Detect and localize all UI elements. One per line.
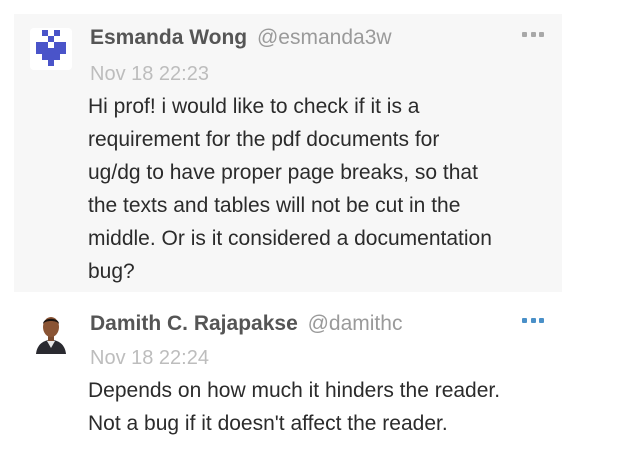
user-photo-avatar[interactable] (30, 312, 72, 354)
message-line: bug? (88, 260, 135, 283)
dot (530, 317, 536, 323)
message-text: Hi prof! i would like to check if it is … (88, 90, 548, 288)
username[interactable]: @esmanda3w (257, 26, 392, 49)
more-options-icon[interactable] (522, 314, 544, 326)
identicon-icon (30, 28, 72, 70)
message-line: the texts and tables will not be cut in … (88, 194, 461, 217)
timestamp[interactable]: Nov 18 22:24 (90, 345, 209, 371)
message-header: Damith C. Rajapakse @damithc (90, 310, 402, 338)
message-line: Hi prof! i would like to check if it is … (88, 95, 420, 118)
more-options-icon[interactable] (522, 28, 544, 40)
message-line: middle. Or is it considered a documentat… (88, 227, 492, 250)
chat-message: Damith C. Rajapakse @damithc Nov 18 22:2… (14, 300, 562, 452)
person-avatar-icon (30, 312, 72, 354)
message-line: ug/dg to have proper page breaks, so tha… (88, 161, 478, 184)
identicon-avatar[interactable] (30, 28, 72, 70)
display-name[interactable]: Damith C. Rajapakse (90, 312, 298, 335)
username[interactable]: @damithc (308, 312, 403, 335)
chat-thread: Esmanda Wong @esmanda3w Nov 18 22:23 Hi … (0, 0, 625, 456)
message-line: requirement for the pdf documents for (88, 128, 440, 151)
dot (539, 317, 544, 323)
dot (539, 31, 544, 37)
chat-message: Esmanda Wong @esmanda3w Nov 18 22:23 Hi … (14, 14, 562, 292)
message-text: Depends on how much it hinders the reade… (88, 374, 548, 440)
dot (522, 317, 527, 323)
message-line: Not a bug if it doesn't affect the reade… (88, 412, 448, 435)
message-header: Esmanda Wong @esmanda3w (90, 24, 392, 52)
timestamp[interactable]: Nov 18 22:23 (90, 61, 209, 87)
display-name[interactable]: Esmanda Wong (90, 26, 247, 49)
message-line: Depends on how much it hinders the reade… (88, 379, 501, 402)
dot (522, 31, 527, 37)
dot (530, 31, 536, 37)
